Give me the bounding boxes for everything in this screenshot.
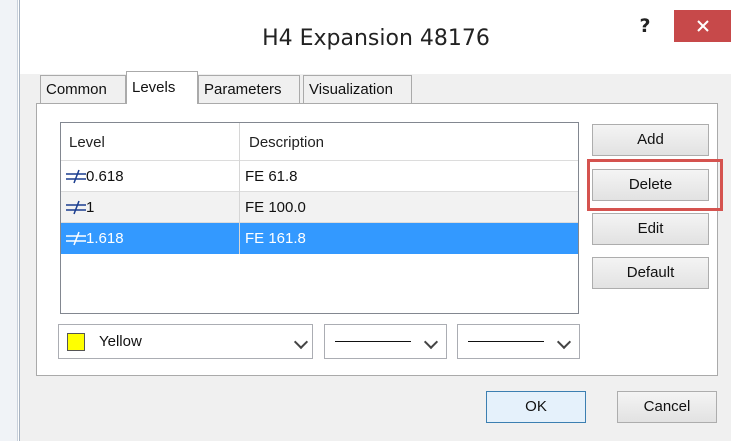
level-value: 0.618	[86, 168, 124, 185]
line-width-sample	[468, 341, 544, 342]
chevron-down-icon	[556, 334, 572, 350]
column-header-description[interactable]: Description	[240, 123, 578, 161]
table-row[interactable]: 1.618 FE 161.8	[61, 223, 578, 254]
tab-visualization[interactable]: Visualization	[303, 75, 412, 103]
add-button[interactable]: Add	[592, 124, 709, 156]
chevron-down-icon	[423, 334, 439, 350]
level-description: FE 161.8	[245, 230, 306, 247]
properties-dialog: H4 Expansion 48176 ? Common Levels Param…	[19, 0, 731, 441]
tab-levels[interactable]: Levels	[126, 71, 198, 104]
edit-button[interactable]: Edit	[592, 213, 709, 245]
level-description: FE 100.0	[245, 199, 306, 216]
column-header-level[interactable]: Level	[61, 123, 239, 161]
chevron-down-icon	[293, 334, 309, 350]
background-window-strip	[0, 0, 18, 441]
levels-table[interactable]: Level Description 0.618 FE 61.8 1 FE 100…	[60, 122, 579, 314]
level-description: FE 61.8	[245, 168, 298, 185]
color-name: Yellow	[99, 333, 142, 350]
line-width-select[interactable]	[457, 324, 580, 359]
table-row[interactable]: 0.618 FE 61.8	[61, 161, 578, 192]
level-value: 1	[86, 199, 95, 216]
table-row[interactable]: 1 FE 100.0	[61, 192, 578, 223]
color-swatch	[67, 333, 85, 351]
level-value: 1.618	[86, 230, 124, 247]
ok-button[interactable]: OK	[486, 391, 586, 423]
default-button[interactable]: Default	[592, 257, 709, 289]
delete-highlight	[587, 159, 723, 211]
column-divider	[239, 123, 240, 254]
cancel-button[interactable]: Cancel	[617, 391, 717, 423]
line-style-select[interactable]	[324, 324, 447, 359]
tab-common[interactable]: Common	[40, 75, 126, 103]
level-line-icon	[66, 169, 86, 184]
close-button[interactable]	[674, 10, 731, 42]
tab-parameters[interactable]: Parameters	[198, 75, 300, 103]
line-style-sample	[335, 341, 411, 342]
level-line-icon	[66, 200, 86, 215]
title-bar: H4 Expansion 48176 ?	[20, 0, 731, 74]
close-icon	[697, 20, 709, 32]
level-line-icon	[66, 231, 86, 246]
color-select[interactable]: Yellow	[58, 324, 313, 359]
help-button[interactable]: ?	[620, 10, 670, 42]
